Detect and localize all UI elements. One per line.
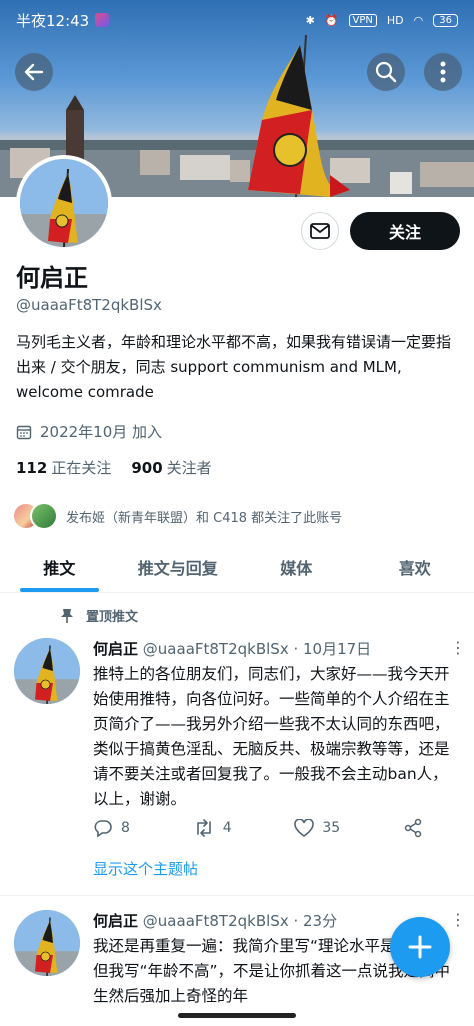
signal-hd-icon: HD — [386, 13, 404, 27]
show-thread-link[interactable]: 显示这个主题帖 — [93, 858, 198, 879]
reply-count: 8 — [121, 820, 130, 836]
following-link[interactable]: 112 正在关注 — [16, 457, 111, 478]
plus-icon — [408, 935, 432, 959]
calendar-icon — [16, 425, 32, 439]
pin-icon — [61, 608, 73, 623]
heart-icon — [294, 819, 315, 837]
tab-media[interactable]: 媒体 — [237, 542, 356, 592]
joined-text: 2022年10月 加入 — [40, 423, 163, 441]
tweet-text: 推特上的各位朋友们，同志们，大家好——我今天开始使用推特，向各位问好。一些简单的… — [93, 665, 450, 808]
bluetooth-icon: ✱ — [305, 13, 315, 27]
following-count: 112 — [16, 459, 48, 477]
tab-tweets-replies[interactable]: 推文与回复 — [119, 542, 238, 592]
followers-label: 关注者 — [166, 459, 212, 477]
tab-tweets[interactable]: 推文 — [0, 542, 119, 592]
profile-tabs: 推文 推文与回复 媒体 喜欢 — [0, 542, 474, 593]
followers-count: 900 — [131, 459, 163, 477]
tweet-avatar[interactable] — [14, 638, 80, 704]
flag-avatar-image — [14, 638, 80, 704]
profile-bio: 马列毛主义者，年龄和理论水平都不高，如果我有错误请一定要指出来 / 交个朋友，同… — [16, 333, 452, 401]
like-count: 35 — [322, 820, 341, 836]
tweet-header: 何启正 @uaaaFt8T2qkBlSx · 23分 — [93, 910, 337, 931]
message-button[interactable] — [301, 212, 339, 250]
vpn-badge: VPN — [348, 13, 377, 27]
status-time: 半夜12:43 — [16, 11, 90, 30]
search-button[interactable] — [367, 53, 405, 91]
home-indicator[interactable] — [178, 1013, 296, 1018]
tweet-meta: @uaaaFt8T2qkBlSx · 23分 — [142, 912, 338, 930]
following-label: 正在关注 — [51, 459, 112, 477]
compose-tweet-button[interactable] — [390, 917, 450, 977]
display-name: 何启正 — [16, 264, 88, 292]
tweet-more-icon[interactable]: ⋮ — [450, 910, 466, 929]
tweet-divider — [0, 895, 474, 896]
tweet-more-icon[interactable]: ⋮ — [450, 638, 466, 657]
followers-link[interactable]: 900 关注者 — [131, 457, 211, 478]
status-bar: 半夜12:43 ✱ ⏰ VPN HD ◠ 36 — [0, 0, 474, 40]
app-notification-icon — [95, 13, 110, 27]
alarm-icon: ⏰ — [324, 13, 339, 27]
arrow-left-icon — [24, 63, 44, 81]
joined-date: 2022年10月 加入 — [16, 421, 162, 442]
tweet-meta: @uaaaFt8T2qkBlSx · 10月17日 — [142, 640, 372, 658]
flag-avatar-image — [14, 910, 80, 976]
like-button[interactable]: 35 — [294, 818, 340, 838]
followed-by-row[interactable]: 发布姬（新青年联盟）和 C418 都关注了此账号 — [12, 502, 342, 530]
flag-avatar-image — [20, 159, 108, 247]
share-icon — [404, 818, 422, 838]
back-button[interactable] — [15, 53, 53, 91]
more-vertical-icon — [440, 61, 446, 83]
tweet-author: 何启正 — [93, 640, 139, 658]
pinned-text: 置顶推文 — [86, 610, 139, 625]
follow-stats: 112 正在关注 900 关注者 — [16, 457, 212, 478]
search-icon — [375, 61, 397, 83]
share-button[interactable] — [403, 818, 423, 838]
retweet-icon — [196, 819, 211, 837]
follow-button[interactable]: 关注 — [350, 212, 460, 250]
reply-button[interactable]: 8 — [93, 818, 130, 838]
reply-icon — [94, 820, 112, 838]
follower-avatar — [30, 502, 58, 530]
mail-icon — [310, 223, 330, 239]
pinned-label: 置顶推文 — [60, 606, 138, 625]
retweet-button[interactable]: 4 — [193, 818, 232, 838]
retweet-count: 4 — [222, 820, 232, 836]
tweet-header: 何启正 @uaaaFt8T2qkBlSx · 10月17日 — [93, 638, 371, 659]
tweet-author: 何启正 — [93, 912, 139, 930]
tab-likes[interactable]: 喜欢 — [356, 542, 474, 592]
tweet-avatar[interactable] — [14, 910, 80, 976]
more-options-button[interactable] — [424, 53, 462, 91]
followed-by-text: 发布姬（新青年联盟）和 C418 都关注了此账号 — [66, 510, 343, 526]
profile-handle: @uaaaFt8T2qkBlSx — [16, 296, 162, 314]
profile-avatar[interactable] — [16, 155, 112, 251]
wifi-icon: ◠ — [413, 13, 424, 27]
tweet-actions: 8 4 35 — [93, 818, 423, 838]
battery-icon: 36 — [433, 13, 458, 27]
